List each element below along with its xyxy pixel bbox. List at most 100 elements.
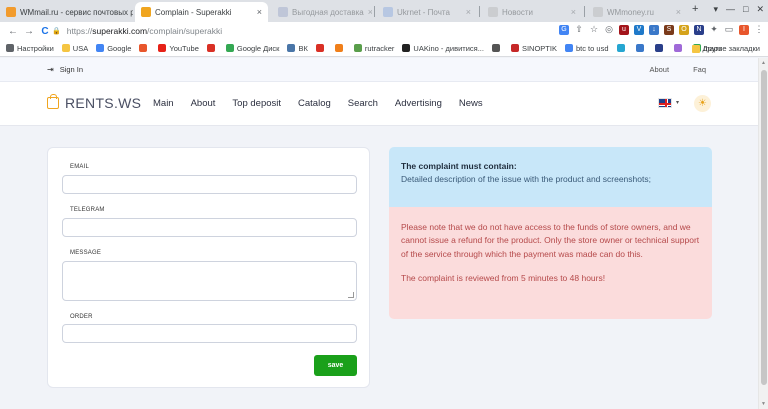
tab-background-4[interactable]: WMmoney.ru × xyxy=(587,2,687,22)
share-icon[interactable]: ⇧ xyxy=(574,24,584,35)
tab-background-3[interactable]: Новости × xyxy=(482,2,582,22)
nav-item-about[interactable]: About xyxy=(191,98,216,109)
bookmark-item[interactable]: SINOPTIK xyxy=(510,44,557,53)
sign-in-link[interactable]: ⇥ Sign In xyxy=(47,65,83,74)
ext-dl-icon[interactable]: ↓ xyxy=(649,24,659,35)
theme-toggle-sun-icon[interactable]: ☀ xyxy=(694,95,711,112)
google-icon[interactable]: G xyxy=(559,24,569,35)
tab-favicon-icon xyxy=(383,7,393,17)
drive-icon xyxy=(225,44,234,52)
tab-favicon-icon xyxy=(278,7,288,17)
faq-link[interactable]: Faq xyxy=(693,65,706,74)
bookmark-label: rutracker xyxy=(364,43,395,53)
sidepanel-icon[interactable]: ▭ xyxy=(724,24,734,35)
minimize-icon[interactable]: — xyxy=(726,4,735,15)
about-link[interactable]: About xyxy=(649,65,669,74)
tab-wmmail[interactable]: WMmail.ru - сервис почтовых ра × xyxy=(0,2,133,22)
tab-favicon-icon xyxy=(488,7,498,17)
tab-title: Новости xyxy=(502,7,533,17)
page-scrollbar[interactable]: ▲ ▼ xyxy=(758,58,768,409)
bookmark-item[interactable] xyxy=(334,44,346,52)
bookmark-item[interactable] xyxy=(139,44,150,52)
bookmark-item[interactable]: rutracker xyxy=(353,43,395,53)
order-label: ORDER xyxy=(70,314,93,320)
tab-close-icon[interactable]: × xyxy=(253,7,262,17)
tab-close-icon[interactable]: × xyxy=(364,7,372,17)
puzzle-icon[interactable]: ✦ xyxy=(709,24,719,35)
nav-item-main[interactable]: Main xyxy=(153,98,174,109)
uk-flag-icon[interactable] xyxy=(658,98,672,108)
nav-item-search[interactable]: Search xyxy=(348,98,378,109)
tab-close-icon[interactable]: × xyxy=(672,7,681,17)
close-window-icon[interactable]: ✕ xyxy=(756,4,764,15)
superakki-favicon-icon xyxy=(141,7,151,17)
reload-icon[interactable]: C xyxy=(38,24,52,38)
bookmark-item[interactable] xyxy=(673,44,685,52)
bookmark-item[interactable]: Google xyxy=(96,44,131,53)
ext-icon xyxy=(139,44,148,52)
bookmark-item[interactable]: Google Диск xyxy=(225,44,279,53)
rutracker-icon xyxy=(353,44,362,52)
bookmark-item[interactable]: UAKino - дивитися... xyxy=(402,44,484,53)
bookmark-item[interactable]: btc to usd xyxy=(564,44,609,53)
scrollbar-thumb[interactable] xyxy=(761,70,767,385)
tab-title: Выгодная доставка xyxy=(292,7,364,17)
ext-n-icon[interactable]: N xyxy=(694,24,704,35)
back-icon[interactable]: ← xyxy=(6,24,20,38)
site-logo[interactable]: RENTS.WS xyxy=(47,94,141,111)
ext-s-icon[interactable]: S xyxy=(664,24,674,35)
tab-background-2[interactable]: Ukrnet - Почта × xyxy=(377,2,477,22)
ext-icon xyxy=(654,44,663,52)
save-button[interactable]: save xyxy=(314,355,357,376)
top-links: About Faq xyxy=(649,65,706,74)
new-tab-button[interactable]: + xyxy=(692,3,698,15)
tab-close-icon[interactable]: × xyxy=(567,7,576,17)
lock-icon[interactable]: 🔒 xyxy=(52,27,61,35)
bookmark-item[interactable]: ВК xyxy=(287,43,308,53)
bookmark-label: ВК xyxy=(298,43,308,53)
bookmarks-bar: Настройки USA Google YouTube Google Диск ВК ru… xyxy=(0,40,768,57)
main-nav: Main About Top deposit Catalog Search Adverti… xyxy=(153,98,483,109)
telegram-field[interactable] xyxy=(62,218,357,237)
address-bar[interactable]: 🔒 https://superakki.com/complain/superak… xyxy=(52,23,552,39)
maximize-icon[interactable]: □ xyxy=(743,4,748,15)
ext-o-icon[interactable]: O xyxy=(679,24,689,35)
nav-item-news[interactable]: News xyxy=(459,98,483,109)
globe-icon[interactable]: ◎ xyxy=(604,24,614,35)
ublock-icon[interactable]: u xyxy=(619,24,629,35)
gmail-icon xyxy=(206,44,215,52)
bookmark-item[interactable]: YouTube xyxy=(158,44,199,53)
other-bookmarks[interactable]: Другие закладки xyxy=(691,44,760,53)
chevron-down-icon[interactable]: ▾ xyxy=(676,99,679,106)
message-textarea[interactable] xyxy=(62,261,357,301)
email-label: EMAIL xyxy=(70,164,90,170)
bookmark-item[interactable] xyxy=(654,44,666,52)
requirements-title: The complaint must contain: xyxy=(401,161,517,171)
browser-toolbar: ← → C 🔒 https://superakki.com/complain/s… xyxy=(0,22,768,40)
email-field[interactable] xyxy=(62,175,357,194)
bookmark-item[interactable] xyxy=(635,44,647,52)
bookmark-item[interactable] xyxy=(315,44,327,52)
sign-in-label: Sign In xyxy=(59,65,84,74)
bookmark-item[interactable] xyxy=(616,44,628,52)
star-icon[interactable]: ☆ xyxy=(589,24,599,35)
tab-complain[interactable]: Complain - Superakki × xyxy=(135,2,268,22)
nav-item-advertising[interactable]: Advertising xyxy=(395,98,442,109)
scroll-down-icon[interactable]: ▼ xyxy=(761,401,766,407)
bookmark-item[interactable]: Настройки xyxy=(6,44,54,53)
tab-close-icon[interactable]: × xyxy=(462,7,471,17)
nav-item-top-deposit[interactable]: Top deposit xyxy=(232,98,281,109)
scroll-up-icon[interactable]: ▲ xyxy=(761,60,766,66)
tab-search-icon[interactable]: ▾ xyxy=(713,4,718,15)
profile-icon[interactable]: I xyxy=(739,24,749,35)
bookmark-item[interactable] xyxy=(206,44,218,52)
tab-background-1[interactable]: Выгодная доставка × xyxy=(272,2,372,22)
sign-in-icon: ⇥ xyxy=(47,65,54,74)
ext-v-icon[interactable]: V xyxy=(634,24,644,35)
menu-icon[interactable]: ⋮ xyxy=(754,24,764,35)
forward-icon[interactable]: → xyxy=(22,24,36,38)
nav-item-catalog[interactable]: Catalog xyxy=(298,98,331,109)
bookmark-item[interactable] xyxy=(491,44,503,52)
order-field[interactable] xyxy=(62,324,357,343)
bookmark-item[interactable]: USA xyxy=(61,44,88,53)
